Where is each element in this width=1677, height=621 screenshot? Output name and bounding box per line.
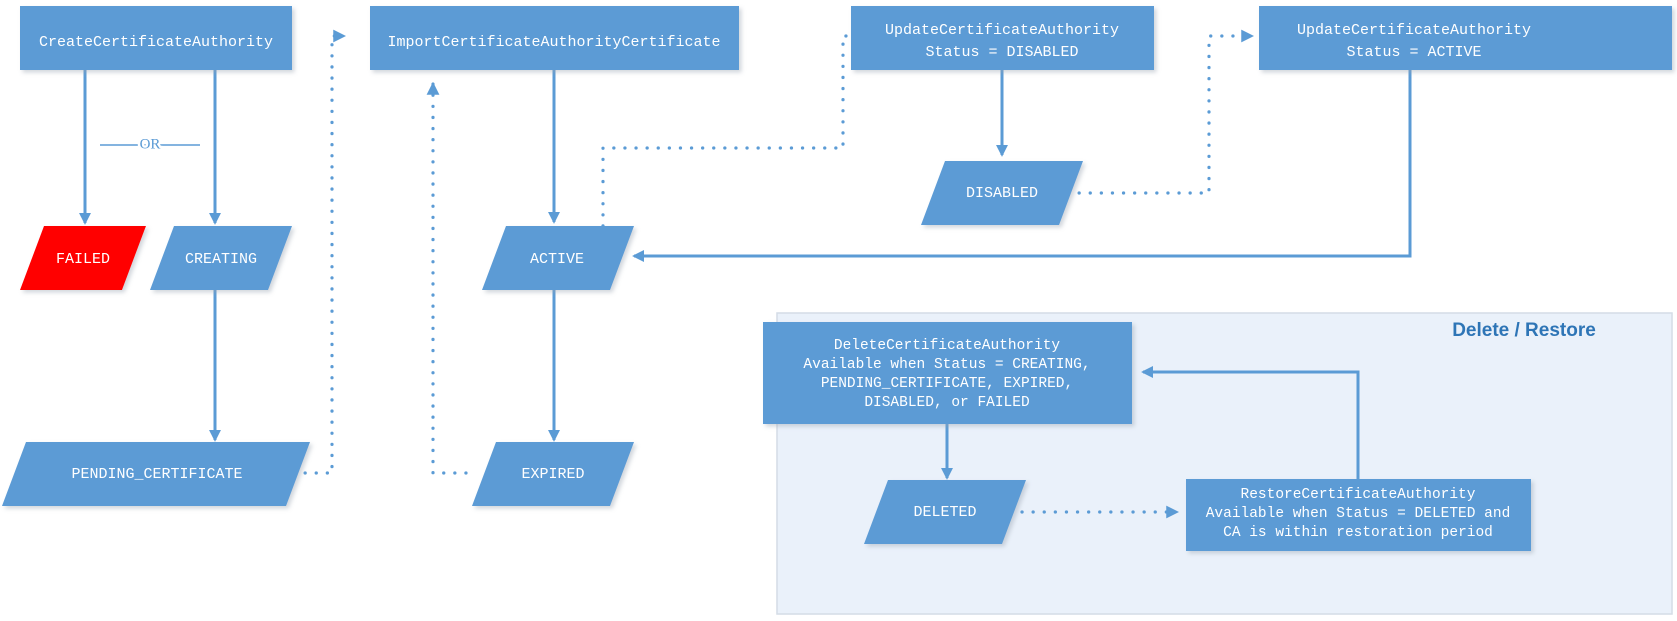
node-label-line2: Status = ACTIVE: [1346, 44, 1481, 61]
node-label-line2: Available when Status = CREATING,: [803, 357, 1090, 373]
node-update-certificate-authority-disabled[interactable]: UpdateCertificateAuthority Status = DISA…: [851, 6, 1154, 70]
node-state-active[interactable]: ACTIVE: [482, 226, 634, 290]
node-label: DELETED: [913, 504, 976, 521]
or-label: OR: [140, 136, 161, 152]
node-label-line4: DISABLED, or FAILED: [864, 395, 1029, 411]
node-import-certificate-authority-certificate[interactable]: ImportCertificateAuthorityCertificate: [370, 6, 739, 70]
node-label-line2: Available when Status = DELETED and: [1206, 506, 1511, 522]
node-state-deleted[interactable]: DELETED: [864, 480, 1026, 544]
edge-expired-to-import: [426, 81, 468, 475]
node-state-disabled[interactable]: DISABLED: [921, 161, 1083, 225]
node-delete-certificate-authority[interactable]: DeleteCertificateAuthority Available whe…: [763, 322, 1132, 424]
diagram-canvas: CreateCertificateAuthority ImportCertifi…: [2, 6, 1673, 615]
node-state-creating[interactable]: CREATING: [150, 226, 292, 290]
node-state-expired[interactable]: EXPIRED: [472, 442, 634, 506]
node-label-line1: DeleteCertificateAuthority: [834, 338, 1061, 354]
node-label-line2: Status = DISABLED: [925, 44, 1078, 61]
node-label: CREATING: [185, 251, 257, 268]
node-label-line3: PENDING_CERTIFICATE, EXPIRED,: [821, 376, 1073, 392]
node-label-line3: CA is within restoration period: [1223, 525, 1493, 541]
state-diagram: CreateCertificateAuthority ImportCertifi…: [0, 0, 1677, 621]
node-label: EXPIRED: [521, 466, 584, 483]
node-label-line1: UpdateCertificateAuthority: [1297, 22, 1531, 39]
node-label-line1: RestoreCertificateAuthority: [1241, 487, 1476, 503]
node-restore-certificate-authority[interactable]: RestoreCertificateAuthority Available wh…: [1186, 479, 1531, 551]
node-label: DISABLED: [966, 185, 1038, 202]
delete-restore-group-title: Delete / Restore: [1452, 320, 1596, 341]
node-state-pending-certificate[interactable]: PENDING_CERTIFICATE: [2, 442, 310, 506]
node-create-certificate-authority[interactable]: CreateCertificateAuthority: [20, 6, 292, 70]
node-label: ImportCertificateAuthorityCertificate: [387, 34, 720, 51]
node-label: ACTIVE: [530, 251, 584, 268]
node-update-certificate-authority-active[interactable]: UpdateCertificateAuthority Status = ACTI…: [1259, 6, 1672, 70]
node-label: CreateCertificateAuthority: [39, 34, 273, 51]
edge-pending-to-import: [292, 29, 347, 475]
node-label: PENDING_CERTIFICATE: [71, 466, 242, 483]
node-state-failed[interactable]: FAILED: [20, 226, 146, 290]
node-label: FAILED: [56, 251, 110, 268]
node-label-line1: UpdateCertificateAuthority: [885, 22, 1119, 39]
